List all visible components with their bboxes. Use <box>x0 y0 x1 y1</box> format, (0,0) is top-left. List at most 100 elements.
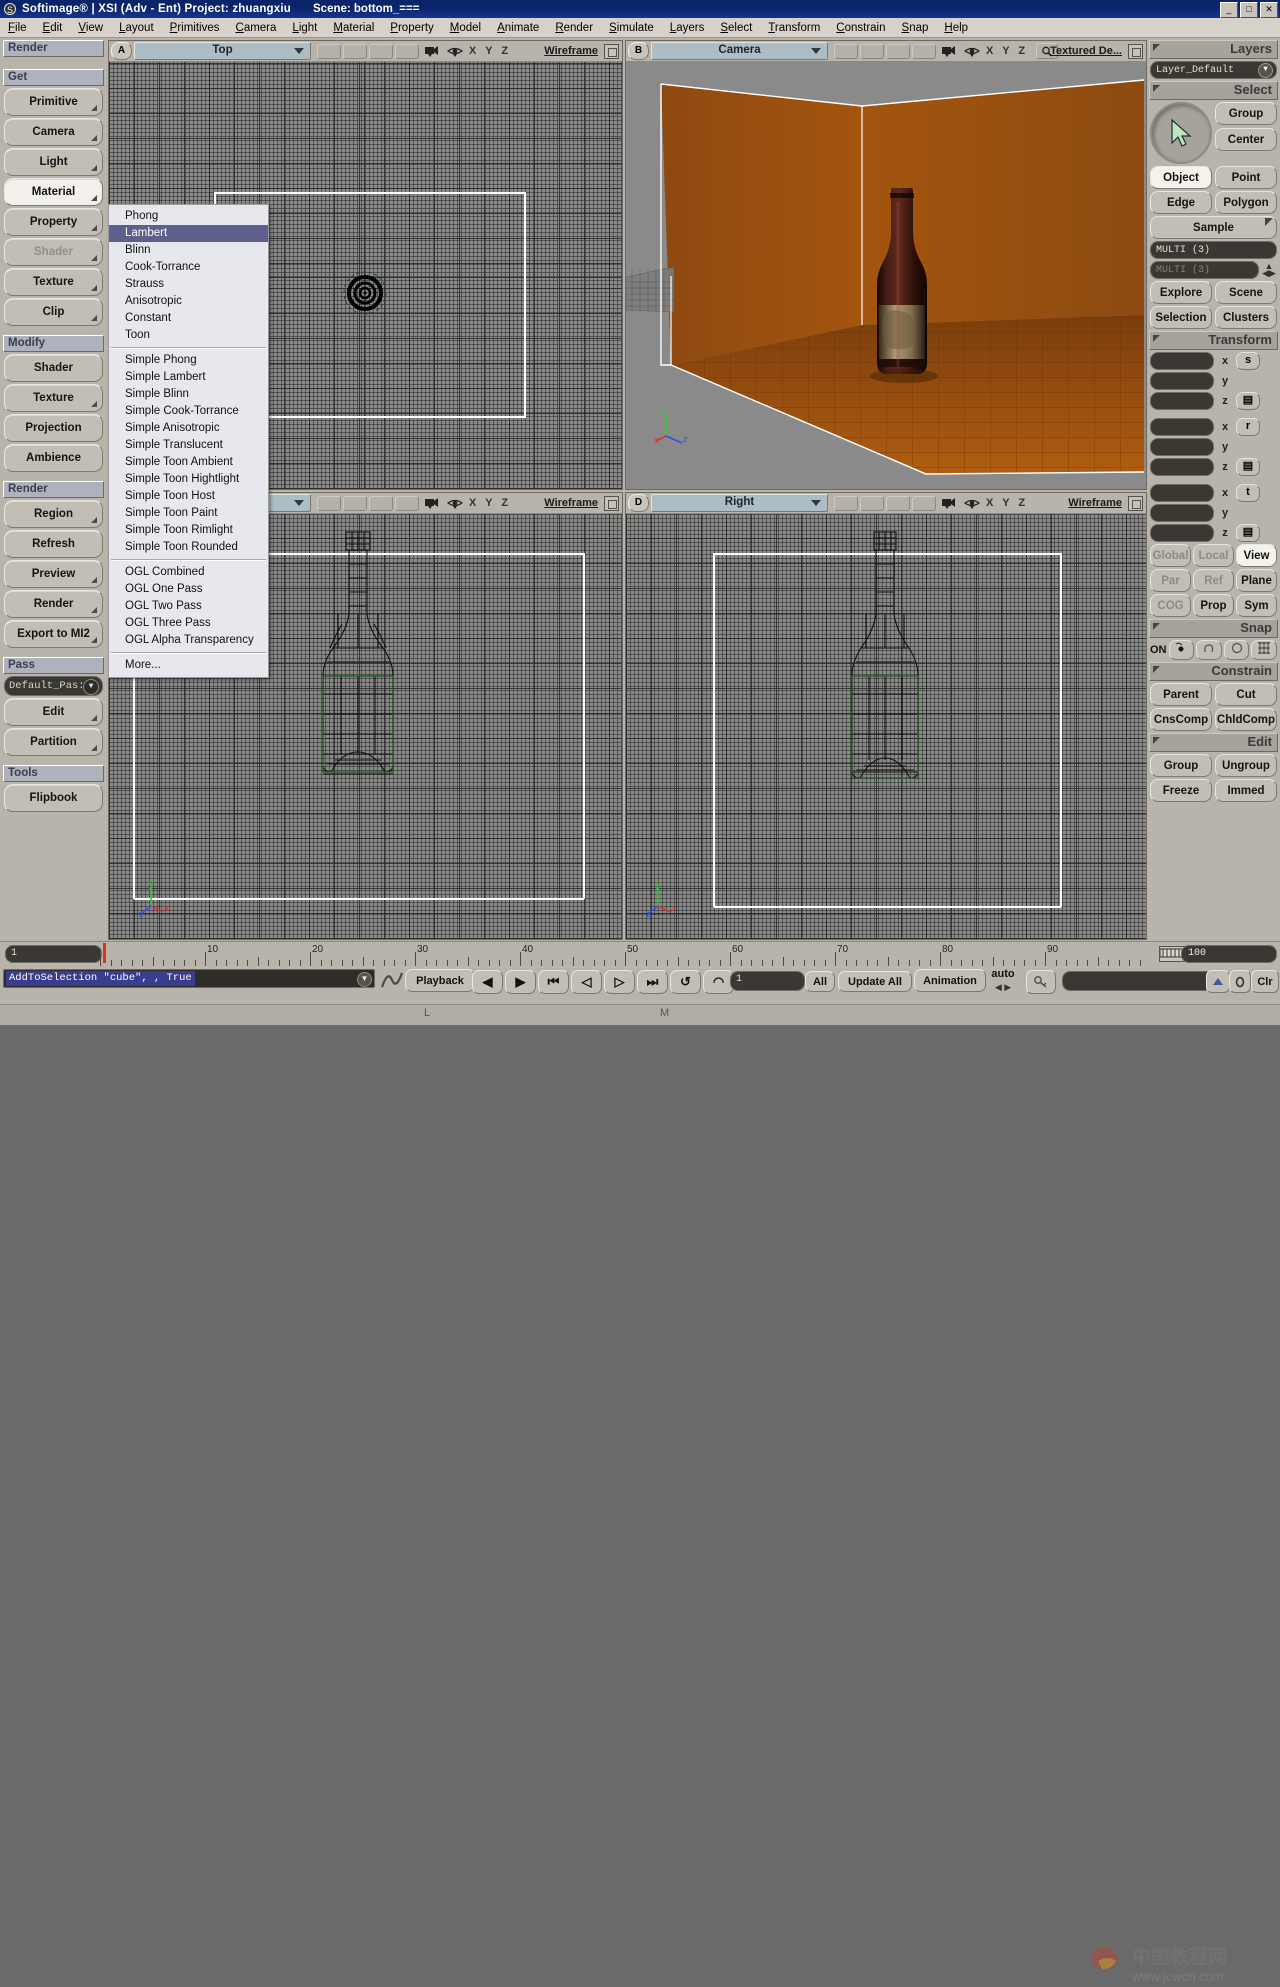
menu-option-simple-toon-rimlight[interactable]: Simple Toon Rimlight <box>109 522 268 539</box>
playback-button[interactable]: Playback <box>405 969 475 992</box>
clr-button[interactable]: Clr <box>1251 970 1279 993</box>
left-button-region[interactable]: Region <box>4 500 103 528</box>
expand-arrow-icon[interactable] <box>91 165 97 171</box>
menu-option-ogl-alpha-transparency[interactable]: OGL Alpha Transparency <box>109 632 268 649</box>
expand-arrow-icon[interactable] <box>91 607 97 613</box>
scene-button[interactable]: Scene <box>1215 281 1277 304</box>
transform-mode-t-button[interactable]: t <box>1236 484 1260 502</box>
select-point-button[interactable]: Point <box>1215 166 1277 189</box>
left-button-partition[interactable]: Partition <box>4 728 103 756</box>
viewport-d-toggle-4[interactable] <box>912 496 936 511</box>
viewport-d-toggle-2[interactable] <box>860 496 884 511</box>
sample-expand-arrow-icon[interactable] <box>1265 218 1273 226</box>
viewport-a-view-selector[interactable]: Top <box>134 42 311 60</box>
menu-option-simple-lambert[interactable]: Simple Lambert <box>109 369 268 386</box>
viewport-b-canvas[interactable]: y x z <box>626 62 1146 489</box>
pass-selector[interactable]: Default_Pas:▼ <box>4 676 103 696</box>
transform-field-s-z[interactable] <box>1150 392 1214 410</box>
constrain-cut-button[interactable]: Cut <box>1215 683 1277 706</box>
snap-object-icon[interactable] <box>1224 640 1250 660</box>
chevron-down-icon[interactable]: ▼ <box>83 679 99 695</box>
selection-field-secondary[interactable]: MULTI (3) <box>1150 261 1259 279</box>
jump-end-icon[interactable]: ⏭ <box>637 970 668 994</box>
menu-option-toon[interactable]: Toon <box>109 327 268 344</box>
material-shader-dropdown-menu[interactable]: PhongLambertBlinnCook-TorranceStraussAni… <box>108 204 269 678</box>
left-button-flipbook[interactable]: Flipbook <box>4 784 103 812</box>
menu-option-strauss[interactable]: Strauss <box>109 276 268 293</box>
menu-option-ogl-one-pass[interactable]: OGL One Pass <box>109 581 268 598</box>
viewport-c-display-mode[interactable]: Wireframe <box>544 497 598 509</box>
explore-button[interactable]: Explore <box>1150 281 1212 304</box>
timeline-ruler[interactable]: 102030405060708090 <box>100 942 1150 966</box>
menu-option-blinn[interactable]: Blinn <box>109 242 268 259</box>
edit-group-button[interactable]: Group <box>1150 754 1212 777</box>
viewport-b-camera[interactable]: B Camera <box>625 40 1147 490</box>
timeline-start-frame-field[interactable]: 1 <box>5 945 102 963</box>
menu-option-more-[interactable]: More... <box>109 657 268 674</box>
constrain-section-header[interactable]: Constrain <box>1149 662 1278 681</box>
edit-section-header[interactable]: Edit <box>1149 733 1278 752</box>
left-button-preview[interactable]: Preview <box>4 560 103 588</box>
menu-option-phong[interactable]: Phong <box>109 208 268 225</box>
camera-icon[interactable] <box>941 45 957 57</box>
viewport-b-display-mode[interactable]: Textured De... <box>1050 45 1122 57</box>
clusters-button[interactable]: Clusters <box>1215 306 1277 329</box>
viewport-a-toggle-1[interactable] <box>317 44 341 59</box>
menu-option-simple-cook-torrance[interactable]: Simple Cook-Torrance <box>109 403 268 420</box>
viewport-c-axes[interactable]: X Y Z <box>469 497 511 509</box>
menu-item-file[interactable]: File <box>0 21 35 35</box>
menu-item-render[interactable]: Render <box>547 21 601 35</box>
step-forward-icon[interactable]: ▷ <box>604 970 635 994</box>
eye-icon[interactable] <box>964 45 980 57</box>
viewport-d-toggle-1[interactable] <box>834 496 858 511</box>
menu-option-constant[interactable]: Constant <box>109 310 268 327</box>
viewport-d-view-selector[interactable]: Right <box>651 494 828 512</box>
left-button-clip[interactable]: Clip <box>4 298 103 326</box>
snap-section-header[interactable]: Snap <box>1149 619 1278 638</box>
viewport-d-maximize-icon[interactable] <box>1128 496 1143 511</box>
left-button-render[interactable]: Render <box>4 590 103 618</box>
loop-icon[interactable]: ↺ <box>670 970 701 994</box>
camera-icon[interactable] <box>424 497 440 509</box>
menu-option-simple-toon-hightlight[interactable]: Simple Toon Hightlight <box>109 471 268 488</box>
anim-curve-icon[interactable] <box>378 968 406 992</box>
next-frame-icon[interactable]: ▶ <box>505 970 536 994</box>
transform-mode-r-button[interactable]: r <box>1236 418 1260 436</box>
transform-par-button[interactable]: Par <box>1150 569 1191 592</box>
menu-option-ogl-three-pass[interactable]: OGL Three Pass <box>109 615 268 632</box>
expand-arrow-icon[interactable] <box>91 285 97 291</box>
menu-item-constrain[interactable]: Constrain <box>828 21 893 35</box>
viewport-a-maximize-icon[interactable] <box>604 44 619 59</box>
transform-ref-button[interactable]: Ref <box>1193 569 1234 592</box>
menu-option-simple-translucent[interactable]: Simple Translucent <box>109 437 268 454</box>
viewport-c-toggle-4[interactable] <box>395 496 419 511</box>
left-button-texture[interactable]: Texture <box>4 384 103 412</box>
transform-field-r-y[interactable] <box>1150 438 1214 456</box>
left-button-light[interactable]: Light <box>4 148 103 176</box>
menu-item-animate[interactable]: Animate <box>489 21 547 35</box>
selection-field-primary[interactable]: MULTI (3) <box>1150 241 1277 259</box>
viewport-d-display-mode[interactable]: Wireframe <box>1068 497 1122 509</box>
viewport-d-right[interactable]: D Right <box>625 492 1147 940</box>
jump-start-icon[interactable]: ⏮ <box>538 970 569 994</box>
update-all-button[interactable]: Update All <box>838 971 912 992</box>
menu-item-layers[interactable]: Layers <box>662 21 713 35</box>
menu-item-camera[interactable]: Camera <box>228 21 285 35</box>
menu-item-edit[interactable]: Edit <box>35 21 71 35</box>
viewport-b-axes[interactable]: X Y Z <box>986 45 1028 57</box>
transform-local-button[interactable]: Local <box>1193 544 1234 567</box>
left-button-camera[interactable]: Camera <box>4 118 103 146</box>
constrain-parent-button[interactable]: Parent <box>1150 683 1212 706</box>
select-cursor-icon[interactable] <box>1150 102 1212 164</box>
select-object-button[interactable]: Object <box>1150 166 1212 189</box>
viewport-d-toggle-3[interactable] <box>886 496 910 511</box>
auto-key-label[interactable]: auto <box>986 968 1020 980</box>
menu-item-select[interactable]: Select <box>712 21 760 35</box>
viewport-c-toggle-1[interactable] <box>317 496 341 511</box>
zero-icon[interactable] <box>1229 970 1251 993</box>
transform-section-header[interactable]: Transform <box>1149 331 1278 350</box>
transform-plane-button[interactable]: Plane <box>1236 569 1277 592</box>
viewport-c-toggle-3[interactable] <box>369 496 393 511</box>
timeline-playhead[interactable] <box>103 943 106 963</box>
constrain-cnscomp-button[interactable]: CnsComp <box>1150 708 1212 731</box>
